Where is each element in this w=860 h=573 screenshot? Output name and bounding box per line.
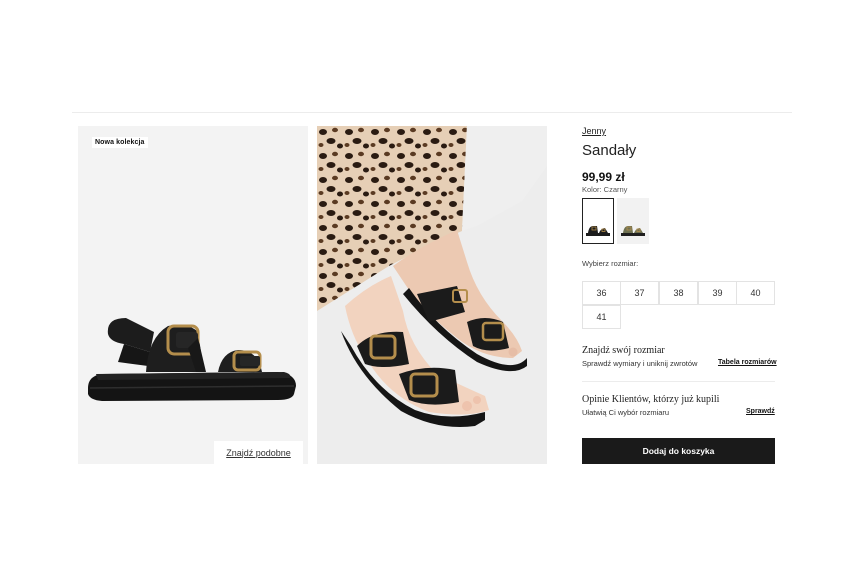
find-similar-button[interactable]: Znajdź podobne	[214, 441, 303, 464]
color-label: Kolor: Czarny	[582, 185, 628, 194]
size-option[interactable]: 39	[698, 281, 737, 305]
size-option[interactable]: 37	[620, 281, 659, 305]
size-select-label: Wybierz rozmiar:	[582, 259, 639, 268]
fit-finder-title: Znajdź swój rozmiar	[582, 345, 665, 356]
fit-finder-subtitle: Sprawdź wymiary i uniknij zwrotów	[582, 359, 698, 368]
color-swatch-olive[interactable]	[617, 198, 649, 244]
size-chart-link[interactable]: Tabela rozmiarów	[718, 359, 777, 366]
header-divider	[72, 112, 792, 113]
sandal-product-illustration	[88, 318, 296, 401]
brand-link[interactable]: Jenny	[582, 126, 606, 136]
reviews-title: Opinie Klientów, którzy już kupili	[582, 394, 720, 405]
reviews-check-link[interactable]: Sprawdź	[746, 408, 775, 415]
color-swatch-black[interactable]	[582, 198, 614, 244]
section-divider	[582, 381, 775, 382]
lifestyle-image[interactable]	[317, 126, 547, 464]
size-option[interactable]: 38	[659, 281, 698, 305]
product-title: Sandały	[582, 142, 637, 159]
sandal-thumbnail-black	[586, 226, 610, 236]
reviews-subtitle: Ułatwią Ci wybór rozmiaru	[582, 408, 670, 417]
product-image[interactable]	[78, 126, 308, 464]
add-to-cart-button[interactable]: Dodaj do koszyka	[582, 438, 775, 464]
product-price: 99,99 zł	[582, 170, 625, 184]
sandal-thumbnail-olive	[621, 226, 645, 236]
size-option[interactable]: 41	[582, 305, 621, 329]
size-option[interactable]: 36	[582, 281, 621, 305]
size-option[interactable]: 40	[736, 281, 775, 305]
model-wearing-sandals-illustration	[317, 126, 547, 427]
new-collection-badge: Nowa kolekcja	[92, 137, 148, 148]
